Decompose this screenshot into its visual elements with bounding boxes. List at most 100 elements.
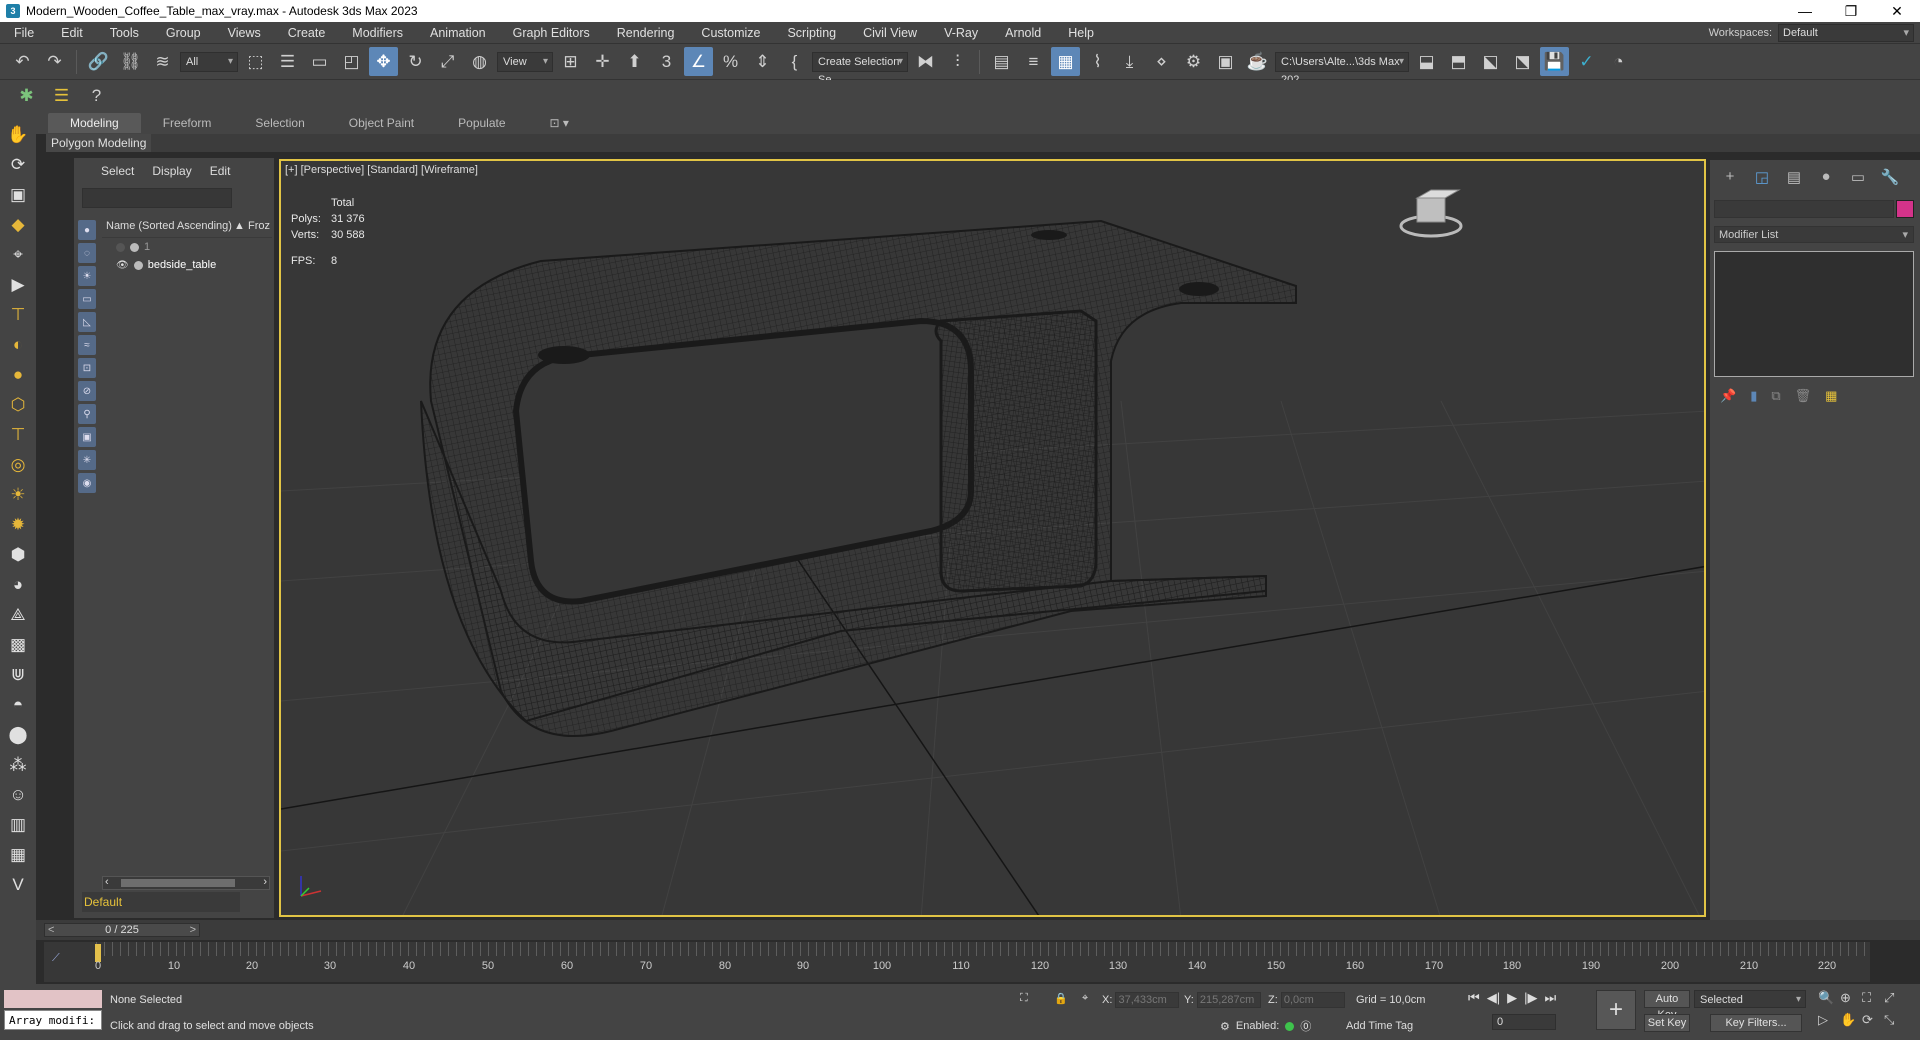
camera-icon[interactable]: ⌖ <box>4 240 32 270</box>
scene-row-1[interactable]: 1 <box>102 238 272 256</box>
make-unique-icon[interactable]: ⧉ <box>1771 388 1780 404</box>
zoom-extents-icon[interactable]: ⛶ <box>1862 990 1884 1006</box>
set-keys-icon[interactable]: + <box>1596 990 1636 1030</box>
zoom-all-icon[interactable]: ⊕ <box>1840 990 1862 1006</box>
filter-xrefs-icon[interactable]: ⊘ <box>78 381 96 401</box>
light-icon[interactable]: ◎ <box>4 450 32 480</box>
render-setup-icon[interactable]: ⚙ <box>1179 47 1208 76</box>
column-frozen[interactable]: ▲ Froz <box>234 220 270 237</box>
modifier-list-dropdown[interactable]: Modifier List <box>1714 226 1914 244</box>
undo-icon[interactable]: ↶ <box>8 47 37 76</box>
layers-icon[interactable]: ≡ <box>1019 47 1048 76</box>
percent-snap-icon[interactable]: % <box>716 47 745 76</box>
select-by-name-icon[interactable]: ☰ <box>273 47 302 76</box>
scene-scrollbar[interactable]: ‹ › <box>102 876 270 890</box>
scene-search-input[interactable] <box>82 188 232 208</box>
visibility-dot-icon[interactable] <box>116 242 125 252</box>
angle-snap-icon[interactable]: ∠ <box>684 47 713 76</box>
scene-list-header[interactable]: Name (Sorted Ascending) ▲ Froz <box>102 220 272 238</box>
sync-icon[interactable]: ◔ <box>1604 47 1633 76</box>
filter-spacewarps-icon[interactable]: ≈ <box>78 335 96 355</box>
spinner-snap-icon[interactable]: ⇕ <box>748 47 777 76</box>
y-input[interactable]: 215,287cm <box>1196 992 1261 1008</box>
scene-states-icon[interactable]: ✱ <box>12 82 41 111</box>
sun-icon[interactable]: ☀ <box>4 480 32 510</box>
tab-populate[interactable]: Populate <box>436 113 527 133</box>
utilities-tab-icon[interactable]: 🔧 <box>1880 168 1900 186</box>
hierarchy-tab-icon[interactable]: ▤ <box>1784 168 1804 186</box>
scale-icon[interactable]: ⤢ <box>433 47 462 76</box>
show-end-result-icon[interactable]: ▮ <box>1750 388 1757 404</box>
ref-coord-dropdown[interactable]: View <box>497 51 553 72</box>
isolate-icon[interactable]: ⛶ <box>1020 992 1028 1005</box>
open-folder-icon[interactable]: ⬓ <box>1412 47 1441 76</box>
motion-tab-icon[interactable]: ● <box>1816 168 1836 186</box>
ribbon-toggle-icon[interactable]: ▦ <box>1051 47 1080 76</box>
lamp-icon[interactable]: ⊤ <box>4 420 32 450</box>
menu-views[interactable]: Views <box>214 26 274 40</box>
pivot-center-icon[interactable]: ⊞ <box>556 47 585 76</box>
viewport-scene[interactable] <box>281 161 1706 917</box>
rect-selection-icon[interactable]: ▭ <box>305 47 334 76</box>
go-to-start-icon[interactable]: ⏮ <box>1468 990 1480 1006</box>
project-path-dropdown[interactable]: C:\Users\Alte...\3ds Max 202 <box>1275 51 1409 86</box>
orbit-icon[interactable]: ⟳ <box>1862 1012 1884 1028</box>
film-icon[interactable]: ▩ <box>4 630 32 660</box>
filter-bones-icon[interactable]: ⚲ <box>78 404 96 424</box>
tab-selection[interactable]: Selection <box>233 113 326 133</box>
restore-button[interactable]: ❐ <box>1828 0 1874 22</box>
scene-row-bedside-table[interactable]: 👁 bedside_table <box>102 256 272 274</box>
x-input[interactable]: 37,433cm <box>1115 992 1180 1008</box>
select-object-icon[interactable]: ⬚ <box>241 47 270 76</box>
menu-file[interactable]: File <box>0 26 47 40</box>
filter-helpers-icon[interactable]: ◺ <box>78 312 96 332</box>
helper-icon[interactable]: ◐ <box>4 330 32 360</box>
snaps-toggle-icon[interactable]: 3 <box>652 47 681 76</box>
auto-key-button[interactable]: Auto Key <box>1644 990 1690 1021</box>
go-to-end-icon[interactable]: ⏭ <box>1544 990 1556 1006</box>
tab-display[interactable]: Display <box>143 164 200 182</box>
head-icon[interactable]: ☺ <box>4 780 32 810</box>
layer-explorer-icon[interactable]: ▤ <box>987 47 1016 76</box>
mini-curve-editor-icon[interactable]: ⟋ <box>52 952 60 965</box>
close-button[interactable]: ✕ <box>1874 0 1920 22</box>
set-key-button[interactable]: Set Key <box>1644 1014 1690 1032</box>
layer-icon[interactable]: ◆ <box>4 210 32 240</box>
menu-animation[interactable]: Animation <box>416 26 499 40</box>
redo-icon[interactable]: ↷ <box>40 47 69 76</box>
filter-containers-icon[interactable]: ▣ <box>78 427 96 447</box>
edit-named-selection-icon[interactable]: { <box>780 47 809 76</box>
container-icon[interactable]: ▣ <box>4 180 32 210</box>
curve-editor-icon[interactable]: ⌇ <box>1083 47 1112 76</box>
vray-icon[interactable]: V <box>4 870 32 900</box>
schematic-view-icon[interactable]: ⋄ <box>1147 47 1176 76</box>
filter-groups-icon[interactable]: ⊡ <box>78 358 96 378</box>
tab-object-paint[interactable]: Object Paint <box>327 113 436 133</box>
lock-selection-icon[interactable]: 🔒 <box>1054 992 1068 1005</box>
menu-rendering[interactable]: Rendering <box>603 26 688 40</box>
pan-icon[interactable]: ✋ <box>1840 1012 1862 1028</box>
hand-icon[interactable]: ✋ <box>4 120 32 150</box>
menu-graph-editors[interactable]: Graph Editors <box>499 26 603 40</box>
adaptive-icon[interactable]: ⚙ <box>1220 1020 1230 1033</box>
menu-create[interactable]: Create <box>274 26 339 40</box>
next-frame-icon[interactable]: > <box>190 924 196 937</box>
menu-tools[interactable]: Tools <box>96 26 152 40</box>
key-mode-dropdown[interactable]: Selected <box>1694 990 1806 1009</box>
render-dot-icon[interactable] <box>133 260 143 270</box>
asset-tracking-icon[interactable]: ⬔ <box>1508 47 1537 76</box>
render-dot-icon[interactable] <box>130 242 139 252</box>
tripod-icon[interactable]: ⟁ <box>4 600 32 630</box>
ribbon-options-icon[interactable]: ⊡ ▾ <box>528 113 591 133</box>
prev-frame-icon[interactable]: < <box>48 924 54 937</box>
menu-group[interactable]: Group <box>152 26 214 40</box>
modifier-stack[interactable] <box>1714 251 1914 377</box>
viewport-perspective[interactable]: [+] [Perspective] [Standard] [Wireframe]… <box>279 159 1706 917</box>
help-icon[interactable]: ? <box>82 82 111 111</box>
bind-space-warp-icon[interactable]: ≋ <box>148 47 177 76</box>
pin-stack-icon[interactable]: 📌 <box>1720 388 1736 404</box>
maxscript-listener-input[interactable]: Array modifi: <box>4 1010 102 1030</box>
filter-geometry-icon[interactable]: ● <box>78 220 96 240</box>
add-time-tag[interactable]: Add Time Tag <box>1346 1020 1413 1032</box>
maxscript-listener-output[interactable] <box>4 990 102 1008</box>
